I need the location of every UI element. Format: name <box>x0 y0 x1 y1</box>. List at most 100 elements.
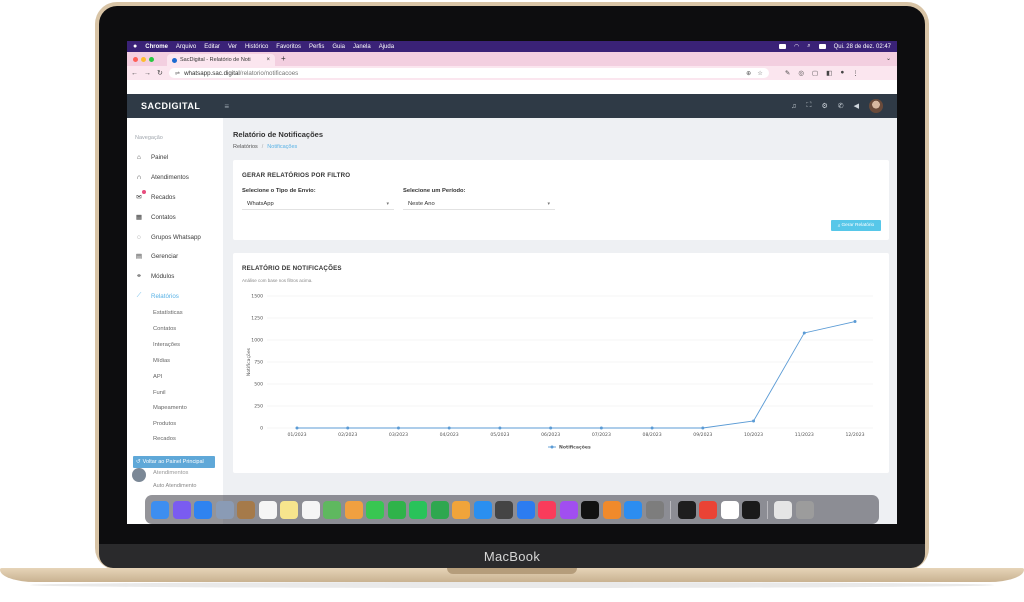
chat-widget-icon[interactable] <box>132 468 146 482</box>
sidebar-item-contatos[interactable]: ▦ Contatos <box>135 212 176 222</box>
zoom-icon[interactable]: ⊕ <box>746 70 751 77</box>
notes-icon[interactable] <box>280 500 298 519</box>
subitem-auto-atendimento[interactable]: Auto Atendimento <box>153 483 196 489</box>
music-icon[interactable] <box>538 500 556 519</box>
brand-logo[interactable]: SACDIGITAL <box>141 101 200 111</box>
subitem-contatos[interactable]: Contatos <box>153 326 176 332</box>
menu-editar[interactable]: Editar <box>204 44 220 50</box>
books-icon[interactable] <box>602 500 621 519</box>
messages-icon[interactable] <box>366 500 384 519</box>
menu-toggle-icon[interactable]: ≡ <box>224 102 229 111</box>
siri-icon[interactable] <box>172 500 191 519</box>
subitem-api[interactable]: API <box>153 374 162 380</box>
chatgpt-icon[interactable] <box>495 500 513 519</box>
downloads-icon[interactable] <box>774 500 792 519</box>
maximize-window-icon[interactable] <box>149 57 154 62</box>
wifi-icon[interactable]: ◠ <box>794 43 799 50</box>
battery-icon[interactable] <box>779 44 786 49</box>
menu-perfis[interactable]: Perfis <box>309 44 324 50</box>
settings-icon[interactable]: ⚙ <box>821 102 827 110</box>
close-window-icon[interactable] <box>133 57 138 62</box>
menu-guia[interactable]: Guia <box>332 44 345 50</box>
new-tab-icon[interactable]: + <box>281 54 286 63</box>
generate-report-button[interactable]: ⌕ Gerar Relatório <box>831 220 881 231</box>
browser-tab[interactable]: SacDigital - Relatório de Noti × <box>167 54 275 66</box>
subitem-midias[interactable]: Mídias <box>153 358 170 364</box>
mail-icon[interactable] <box>194 500 212 519</box>
period-select[interactable]: Neste Ano ▾ <box>403 198 555 210</box>
sidebar-item-grupos-whatsapp[interactable]: ◌ Grupos Whatsapp <box>135 232 201 242</box>
menu-favoritos[interactable]: Favoritos <box>276 44 301 50</box>
sidebar-item-atendimentos[interactable]: ∩ Atendimentos <box>135 172 189 182</box>
tv-icon[interactable] <box>581 500 599 519</box>
bell-icon[interactable]: ♫ <box>791 103 796 110</box>
control-center-icon[interactable] <box>818 44 826 49</box>
reminders-icon[interactable] <box>301 500 320 519</box>
sidebar-item-gerenciar[interactable]: ▤ Gerenciar <box>135 251 178 261</box>
maps-icon[interactable] <box>323 500 341 519</box>
reload-icon[interactable]: ↻ <box>157 69 163 77</box>
back-icon[interactable]: ← <box>131 70 138 77</box>
clock[interactable]: Qui. 28 de dez. 02:47 <box>834 44 891 50</box>
contacts-app-icon[interactable] <box>237 500 255 519</box>
menu-janela[interactable]: Janela <box>353 44 371 50</box>
sidebar-item-recados[interactable]: ✉ Recados <box>135 192 175 202</box>
sidebar-item-painel[interactable]: ⌂ Painel <box>135 152 168 162</box>
menu-arquivo[interactable]: Arquivo <box>176 44 196 50</box>
chrome-icon[interactable] <box>699 500 717 519</box>
send-type-select[interactable]: WhatsApp ▾ <box>242 198 394 210</box>
finder-icon[interactable] <box>151 500 169 519</box>
photos-icon[interactable] <box>344 500 363 519</box>
apple-icon[interactable]: ● <box>133 43 137 50</box>
subitem-recados[interactable]: Recados <box>153 436 176 442</box>
appstore-icon[interactable] <box>624 500 642 519</box>
forward-icon[interactable]: → <box>144 70 151 77</box>
launchpad-icon[interactable] <box>215 500 234 519</box>
calendar-icon[interactable] <box>258 500 277 519</box>
address-bar[interactable]: ⇌ whatsapp.sac.digital/relatorio/notific… <box>168 68 769 78</box>
extension-icon[interactable]: ✎ <box>785 69 790 77</box>
tab-search-icon[interactable]: ⌄ <box>886 55 891 62</box>
sidebar-item-modulos[interactable]: ⚭ Módulos <box>135 271 174 281</box>
browser-tabstrip: SacDigital - Relatório de Noti × + ⌄ <box>127 52 897 66</box>
subitem-interacoes[interactable]: Interações <box>153 342 180 348</box>
slack-icon[interactable] <box>720 500 739 519</box>
figma-icon[interactable] <box>677 500 696 519</box>
whatsapp-icon[interactable]: ✆ <box>838 102 844 110</box>
trash-icon[interactable] <box>795 500 814 519</box>
safari-icon[interactable] <box>473 500 492 519</box>
menu-ver[interactable]: Ver <box>228 44 237 50</box>
breadcrumb-relatorios[interactable]: Relatórios <box>233 144 258 150</box>
extension-icon[interactable]: ◎ <box>798 69 804 77</box>
menu-historico[interactable]: Histórico <box>245 44 268 50</box>
avatar[interactable] <box>869 99 883 113</box>
whatsapp-app-icon[interactable] <box>409 500 427 519</box>
search-icon[interactable]: ⌕ <box>807 43 810 50</box>
site-info-icon[interactable]: ⇌ <box>175 70 180 77</box>
podcasts-icon[interactable] <box>559 500 578 519</box>
chrome-menu-icon[interactable]: ⋮ <box>852 69 859 77</box>
bookmark-star-icon[interactable]: ☆ <box>757 70 763 77</box>
facetime-icon[interactable] <box>387 500 406 519</box>
minimize-window-icon[interactable] <box>141 57 146 62</box>
extensions-puzzle-icon[interactable]: ▢ <box>812 69 818 77</box>
subitem-funil[interactable]: Funil <box>153 390 166 396</box>
numbers-icon[interactable] <box>430 500 449 519</box>
menu-chrome[interactable]: Chrome <box>145 44 168 50</box>
profile-icon[interactable]: ● <box>840 69 844 77</box>
sidebar-item-relatorios[interactable]: ⟋ Relatórios <box>135 291 179 301</box>
fullscreen-icon[interactable]: ⛶ <box>807 102 812 110</box>
menu-ajuda[interactable]: Ajuda <box>379 44 394 50</box>
close-tab-icon[interactable]: × <box>266 57 270 63</box>
pages-icon[interactable] <box>452 500 470 519</box>
subitem-produtos[interactable]: Produtos <box>153 421 176 427</box>
keynote-icon[interactable] <box>516 500 535 519</box>
settings-app-icon[interactable] <box>645 500 664 519</box>
back-to-panel-button[interactable]: ↺ Voltar ao Painel Principal <box>133 456 215 468</box>
sidepanel-icon[interactable]: ◧ <box>826 69 832 77</box>
megaphone-icon[interactable]: ◀ <box>854 102 859 110</box>
subitem-mapeamento[interactable]: Mapeamento <box>153 405 187 411</box>
subitem-estatisticas[interactable]: Estatísticas <box>153 310 183 316</box>
subitem-atendimentos[interactable]: Atendimentos <box>153 470 188 476</box>
terminal-icon[interactable] <box>742 500 760 519</box>
